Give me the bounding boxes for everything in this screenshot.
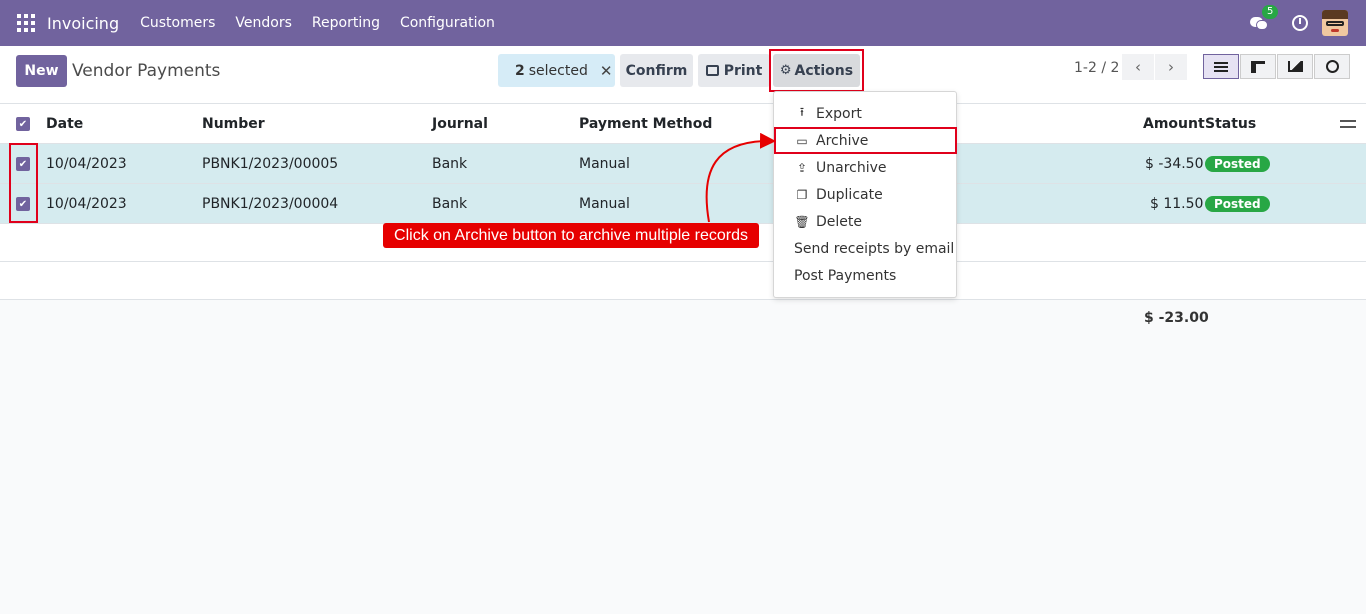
empty-row — [0, 262, 1366, 300]
confirm-button[interactable]: Confirm — [620, 54, 693, 87]
trash-icon: 🗑 — [794, 214, 810, 229]
payments-list: ✔ Date Number Journal Payment Method Amo… — [0, 104, 1366, 300]
page-title: Vendor Payments — [72, 61, 221, 81]
row-journal: Bank — [432, 196, 468, 212]
menu-item-duplicate[interactable]: ❐ Duplicate — [774, 181, 956, 208]
table-header: ✔ Date Number Journal Payment Method Amo… — [0, 104, 1366, 144]
status-badge: Posted — [1205, 196, 1270, 212]
row-number: PBNK1/2023/00004 — [202, 196, 339, 212]
selected-count: 2 — [515, 62, 525, 79]
menu-item-label: Delete — [816, 213, 862, 230]
select-all-checkbox[interactable]: ✔ — [16, 117, 30, 131]
table-row[interactable]: ✔ 10/04/2023 PBNK1/2023/00004 Bank Manua… — [0, 184, 1366, 224]
row-journal: Bank — [432, 156, 468, 172]
control-panel: New Vendor Payments 2 selected ✕ Confirm… — [0, 46, 1366, 104]
row-payment-method: Manual — [579, 196, 630, 212]
chat-icon[interactable]: 5 — [1250, 5, 1279, 31]
actions-dropdown: ⭱ Export ▭ Archive ⇪ Unarchive ❐ Duplica… — [773, 91, 957, 298]
print-label: Print — [723, 62, 763, 79]
top-navbar: Invoicing Customers Vendors Reporting Co… — [0, 0, 1366, 46]
selection-indicator: 2 selected ✕ — [498, 54, 615, 87]
row-amount: $ 11.50 — [1150, 196, 1204, 212]
menu-customers[interactable]: Customers — [140, 15, 215, 31]
column-header-date[interactable]: Date — [46, 104, 83, 144]
new-button[interactable]: New — [16, 55, 67, 87]
amount-total: $ -23.00 — [1144, 310, 1209, 326]
menu-item-label: Unarchive — [816, 159, 887, 176]
menu-item-export[interactable]: ⭱ Export — [774, 100, 956, 127]
row-amount: $ -34.50 — [1145, 156, 1204, 172]
app-name[interactable]: Invoicing — [47, 14, 119, 33]
table-row[interactable]: ✔ 10/04/2023 PBNK1/2023/00005 Bank Manua… — [0, 144, 1366, 184]
status-badge: Posted — [1205, 156, 1270, 172]
column-header-journal[interactable]: Journal — [432, 104, 488, 144]
activity-view-icon[interactable] — [1314, 54, 1350, 79]
row-payment-method: Manual — [579, 156, 630, 172]
menu-item-label: Export — [816, 105, 862, 122]
row-date: 10/04/2023 — [46, 196, 127, 212]
menu-configuration[interactable]: Configuration — [400, 15, 495, 31]
column-header-payment-method[interactable]: Payment Method — [579, 104, 712, 144]
kanban-view-icon[interactable] — [1240, 54, 1276, 79]
archive-highlight-frame — [774, 127, 957, 154]
print-icon — [705, 65, 719, 76]
apps-menu-icon[interactable] — [17, 14, 35, 32]
menu-reporting[interactable]: Reporting — [312, 15, 380, 31]
unarchive-icon: ⇪ — [796, 160, 808, 175]
column-header-amount[interactable]: Amount — [1143, 104, 1205, 144]
column-header-number[interactable]: Number — [202, 104, 265, 144]
menu-item-label: Post Payments — [794, 267, 897, 284]
graph-view-icon[interactable] — [1277, 54, 1313, 79]
menu-item-unarchive[interactable]: ⇪ Unarchive — [774, 154, 956, 181]
user-avatar[interactable] — [1322, 10, 1348, 36]
menu-vendors[interactable]: Vendors — [235, 15, 291, 31]
activity-clock-icon[interactable] — [1292, 15, 1308, 31]
list-view-icon[interactable] — [1203, 54, 1239, 79]
checkbox-highlight-frame — [9, 143, 38, 223]
row-number: PBNK1/2023/00005 — [202, 156, 339, 172]
pager-value[interactable]: 1-2 / 2 — [1074, 60, 1119, 76]
menu-item-send-receipts[interactable]: Send receipts by email — [774, 235, 956, 262]
selected-label: selected — [528, 62, 588, 79]
pager-next-icon[interactable]: › — [1155, 54, 1187, 80]
actions-highlight-frame — [769, 49, 864, 92]
upload-icon: ⭱ — [799, 105, 805, 119]
menu-item-delete[interactable]: 🗑 Delete — [774, 208, 956, 235]
optional-columns-icon[interactable] — [1340, 117, 1356, 131]
pager-previous-icon[interactable]: ‹ — [1122, 54, 1154, 80]
column-header-status[interactable]: Status — [1205, 104, 1256, 144]
annotation-callout: Click on Archive button to archive multi… — [383, 223, 759, 248]
menu-item-label: Send receipts by email — [794, 240, 955, 257]
menu-item-post-payments[interactable]: Post Payments — [774, 262, 956, 289]
clear-selection-icon[interactable]: ✕ — [600, 62, 613, 80]
row-date: 10/04/2023 — [46, 156, 127, 172]
copy-icon: ❐ — [796, 187, 808, 202]
print-button[interactable]: Print — [698, 54, 770, 87]
menu-item-label: Duplicate — [816, 186, 883, 203]
chat-count-badge: 5 — [1262, 5, 1279, 19]
